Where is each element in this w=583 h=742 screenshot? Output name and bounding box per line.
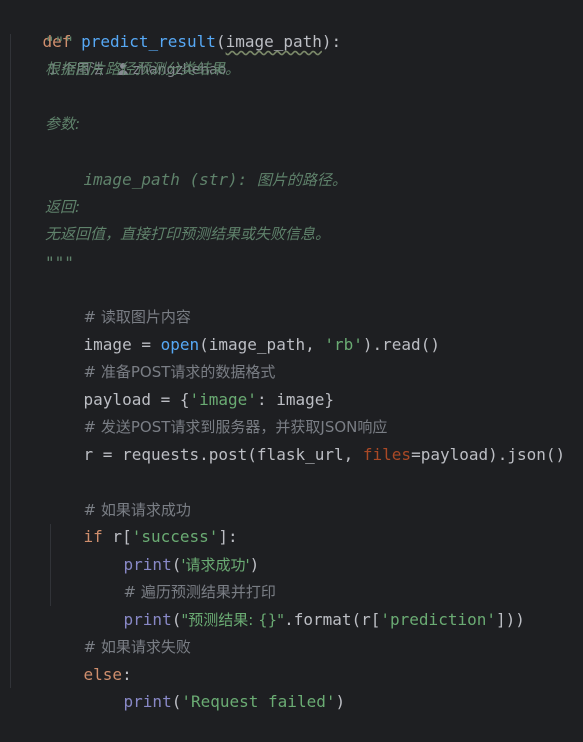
print-close: ) <box>335 692 346 711</box>
kwarg-files: files <box>362 445 412 464</box>
code-line-comment-send[interactable]: # 发送POST请求到服务器，并获取JSON响应 <box>45 386 388 436</box>
print-close: ])) <box>495 610 525 629</box>
print-open: ( <box>171 692 182 711</box>
code-line-comment-prepare[interactable]: # 准备POST请求的数据格式 <box>45 331 276 381</box>
indent-guide <box>10 34 11 688</box>
code-line-payload[interactable]: payload = {'image': image} <box>45 359 334 409</box>
code-line-print-success[interactable]: print('请求成功') <box>85 524 260 574</box>
open-paren: ( <box>215 32 226 51</box>
code-line-comment-if-ok[interactable]: # 如果请求成功 <box>45 469 191 519</box>
code-line-else[interactable]: else: <box>45 634 132 684</box>
docstring-close[interactable]: """ <box>45 249 74 276</box>
code-line-comment-iterate[interactable]: # 遍历预测结果并打印 <box>85 551 276 601</box>
code-line-comment-if-fail[interactable]: # 如果请求失败 <box>45 606 191 656</box>
post-call: r = requests.post(flask_url, <box>83 445 363 464</box>
string-prediction-key: 'prediction' <box>380 610 496 629</box>
docstring-param-line[interactable]: image_path (str): 图片的路径。 <box>45 139 347 189</box>
format-call: .format(r[ <box>284 610 381 629</box>
code-line-print-failed[interactable]: print('Request failed') <box>85 661 346 711</box>
code-line-def[interactable]: def predict_result(image_path): 1 个用法 zha… <box>4 1 342 78</box>
code-line-image[interactable]: image = open(image_path, 'rb').read() <box>45 304 440 354</box>
post-json: =payload).json() <box>411 445 566 464</box>
string-request-failed: 'Request failed' <box>181 692 336 711</box>
docstring-params-title[interactable]: 参数: <box>45 111 80 138</box>
code-line-print-prediction[interactable]: print("预测结果: {}".format(r['prediction'])… <box>85 579 525 629</box>
code-line-if[interactable]: if r['success']: <box>45 496 238 546</box>
code-line-post[interactable]: r = requests.post(flask_url, files=paylo… <box>45 414 566 464</box>
docstring-summary[interactable]: 根据图片路径预测分类结果。 <box>45 56 240 83</box>
docstring-returns-title[interactable]: 返回: <box>45 194 80 221</box>
image-read: ).read() <box>362 335 440 354</box>
docstring-param-desc: 图片的路径。 <box>256 171 347 189</box>
code-editor[interactable]: def predict_result(image_path): 1 个用法 zha… <box>0 0 583 711</box>
close-paren-colon: ): <box>321 32 342 51</box>
docstring-param-code: image_path (str): <box>83 170 257 189</box>
string-prediction-format: "预测结果: {}" <box>181 611 285 629</box>
parameter-image-path[interactable]: image_path <box>226 32 322 51</box>
function-name[interactable]: predict_result <box>81 32 216 51</box>
builtin-print: print <box>123 692 172 711</box>
code-line-comment-read[interactable]: # 读取图片内容 <box>45 276 191 326</box>
docstring-returns-desc[interactable]: 无返回值，直接打印预测结果或失败信息。 <box>45 221 330 248</box>
docstring-open[interactable]: """ <box>45 29 74 56</box>
string-rb: 'rb' <box>324 335 363 354</box>
